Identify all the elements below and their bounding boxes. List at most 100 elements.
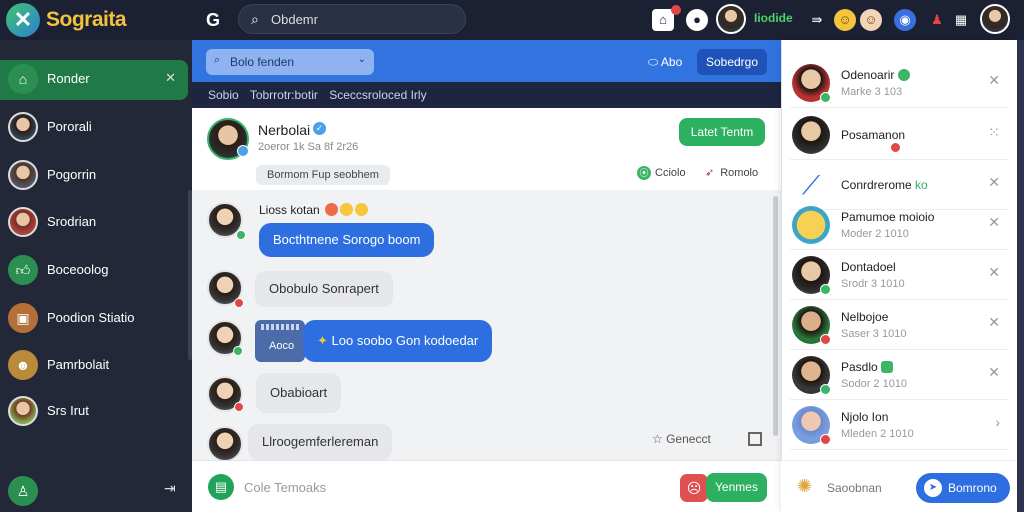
generic-action[interactable]: ☆ Genecct (652, 432, 711, 446)
contact-tag: ko (915, 178, 928, 192)
rocket-icon: ➶ (705, 167, 715, 179)
contact-row[interactable]: Odenoarir Marke 3 103 ✕ (790, 58, 1008, 108)
close-icon[interactable]: ✕ (165, 70, 176, 86)
message-input[interactable]: Cole Temoaks (244, 480, 326, 495)
globe-icon[interactable]: ◉ (894, 9, 916, 31)
contact-name: Posamanon (841, 128, 906, 142)
avatar[interactable] (207, 426, 243, 462)
contact-row[interactable]: Pasdlo Sodor 2 1010 ✕ (790, 350, 1008, 400)
emoji-icon (355, 203, 369, 216)
grid-icon[interactable]: ▦ (950, 9, 972, 31)
contact-subtitle: Sodor 2 1010 (841, 378, 908, 390)
sidebar-item-poodion[interactable]: ▣ Poodion Stiatio (0, 297, 190, 341)
close-icon[interactable]: ✕ (988, 364, 1000, 381)
contact-row[interactable]: Nelbojoe Saser 3 1010 ✕ (790, 300, 1008, 350)
drag-handle-icon[interactable]: ⁙ (988, 124, 1000, 141)
brand-name: Sograita (46, 8, 127, 31)
subbar-item[interactable]: Sceccsroloced Irly (329, 88, 426, 102)
thumbs-up-icon: 👍︎ (8, 255, 38, 285)
sub-bar: Sobio Tobrrotr:botir Sceccsroloced Irly (192, 82, 782, 108)
contact-row[interactable]: Dontadoel Srodr 3 1010 ✕ (790, 250, 1008, 300)
chat-chip[interactable]: Bormom Fup seobhem (256, 165, 390, 185)
sidebar-item-srs-irut[interactable]: Srs Irut (0, 390, 190, 434)
home-icon: ⌂ (8, 64, 38, 94)
bell-icon[interactable]: ♟ (926, 9, 948, 31)
message-scrollbar[interactable] (773, 196, 778, 436)
sidebar-item-ronder[interactable]: ⌂ Ronder ✕ (0, 58, 190, 102)
contact-name-text: Odenoarir (841, 68, 895, 82)
contact-name-text: Pasdlo (841, 360, 878, 374)
close-icon[interactable]: ✕ (988, 174, 1000, 191)
panel-edge (1017, 40, 1024, 512)
attach-icon[interactable]: ▤ (208, 474, 234, 500)
collapse-icon[interactable]: ⇥ (164, 480, 176, 497)
user-icon[interactable]: ♙ (8, 476, 38, 506)
sidebar-item-pamrbolait[interactable]: ☻ Pamrbolait (0, 344, 190, 388)
message-bubble[interactable]: Llroogemferlereman (248, 424, 393, 460)
quote-text: Aoco (269, 340, 295, 352)
status-dot (237, 145, 249, 157)
chevron-down-icon: ⌄ (357, 54, 366, 65)
generic-label: Genecct (666, 432, 711, 446)
sparkle-icon: ✦ (317, 333, 332, 348)
message-bubble[interactable]: ✦ Loo soobo Gon kodoedar (303, 320, 493, 362)
forward-icon[interactable]: ⇛ (806, 9, 828, 31)
message-bubble[interactable]: Obobulo Sonrapert (255, 271, 393, 307)
sidebar-item-label: Pororali (47, 119, 92, 134)
emoji-icon (325, 203, 339, 216)
close-icon[interactable]: ✕ (988, 72, 1000, 89)
subbar-item[interactable]: Tobrrotr:botir (250, 88, 318, 102)
sidebar-item-srodrian[interactable]: Srodrian (0, 201, 190, 245)
close-icon[interactable]: ✕ (988, 314, 1000, 331)
emoji-icon[interactable]: ☺ (834, 9, 856, 31)
search-icon: ⌕ (251, 11, 259, 27)
search-placeholder: Obdemr (271, 12, 318, 27)
status-dot (890, 142, 901, 153)
chevron-right-icon[interactable]: › (995, 414, 1000, 430)
footer-label[interactable]: Saoobnan (827, 481, 882, 495)
contact-name: Dontadoel (841, 260, 896, 274)
latest-button[interactable]: Latet Tentm (679, 118, 765, 146)
profile-avatar[interactable] (980, 4, 1010, 34)
search-icon: ⌕ (214, 54, 221, 66)
face-icon[interactable]: ☺ (860, 9, 882, 31)
status-dot (236, 230, 246, 240)
message-bubble[interactable]: Bocthtnene Sorogo boom (259, 223, 435, 257)
record-icon[interactable]: ● (686, 9, 708, 31)
message-bubble[interactable]: Obabioart (256, 373, 342, 413)
app-logo[interactable]: ✕ (6, 3, 40, 37)
close-icon[interactable]: ✕ (988, 214, 1000, 231)
contact-name: Nelbojoe (841, 310, 889, 324)
contact-row[interactable]: Posamanon ⁙ (790, 110, 1008, 160)
search-input[interactable]: ⌕ Obdemr (238, 4, 466, 34)
sidebar-item-pogorrin[interactable]: Pogorrin (0, 154, 190, 198)
sidebar-item-label: Srs Irut (47, 403, 89, 418)
panel-action-button[interactable]: ➤ Bomrono (916, 473, 1010, 503)
contact-subtitle: Mleden 2 1010 (841, 428, 914, 440)
contact-row[interactable]: Njolo Ion Mleden 2 1010 › (790, 400, 1008, 450)
sidebar-item-pororali[interactable]: Pororali (0, 106, 190, 150)
sidebar-item-label: Poodion Stiatio (47, 310, 135, 325)
expand-icon[interactable] (748, 432, 762, 446)
online-toggle[interactable]: ⦿ Cciolo (637, 166, 686, 180)
notification-dot (671, 5, 681, 15)
lightbulb-icon: ✺ (797, 476, 813, 496)
quoted-message[interactable]: Aoco (255, 320, 305, 362)
contact-subtitle: Saser 3 1010 (841, 328, 907, 340)
subscribe-button[interactable]: Sobedrgo (697, 49, 767, 75)
g-icon[interactable]: G (206, 10, 220, 31)
close-icon[interactable]: ✕ (988, 264, 1000, 281)
subbar-item[interactable]: Sobio (208, 88, 239, 102)
sidebar-item-label: Pogorrin (47, 167, 97, 182)
avatar (8, 396, 38, 426)
send-button[interactable]: Yenmes (706, 473, 767, 502)
emoji-picker-icon[interactable]: ☹ (680, 474, 708, 502)
channel-select[interactable]: ⌕ Bolo fenden ⌄ (206, 49, 374, 75)
about-link[interactable]: ⬭ Abo (648, 55, 682, 70)
user-avatar[interactable] (716, 4, 746, 34)
sidebar-item-boceoolog[interactable]: 👍︎ Boceoolog (0, 249, 190, 293)
contact-name-text: Conrdrerome (841, 178, 912, 192)
contact-row[interactable]: Pamumoe moioio Moder 2 1010 ✕ (790, 200, 1008, 250)
avatar (792, 116, 830, 154)
remote-toggle[interactable]: ➶ Romolo (705, 166, 758, 179)
